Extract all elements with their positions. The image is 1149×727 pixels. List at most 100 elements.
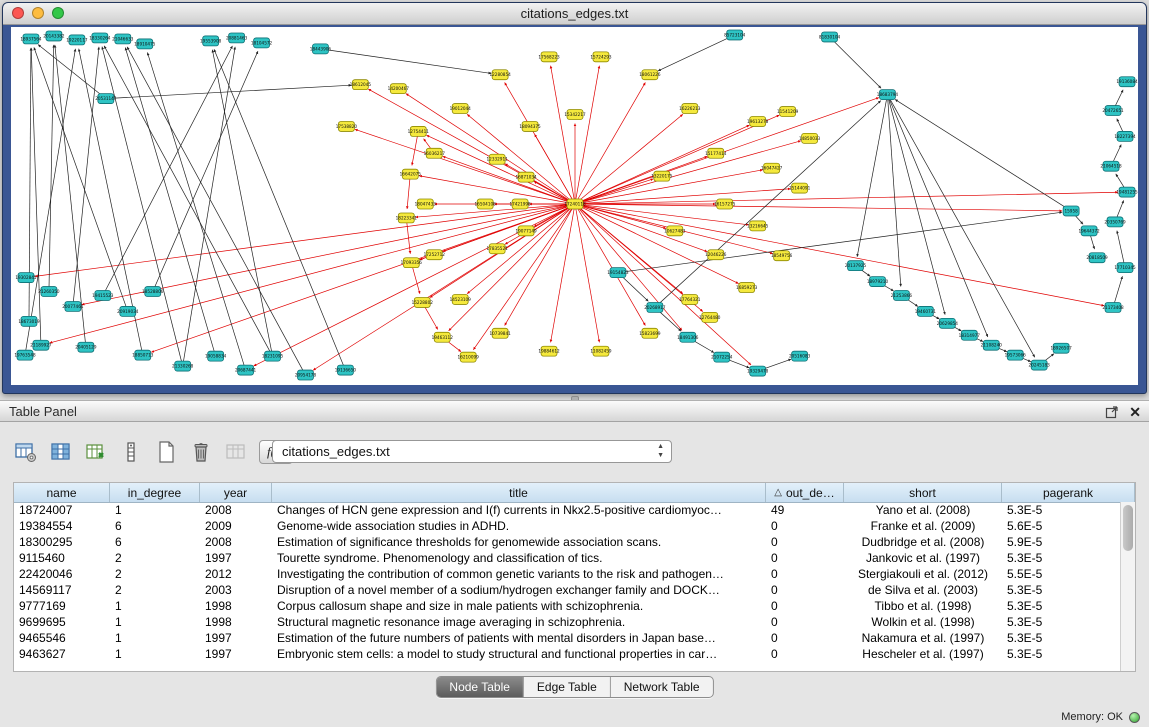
tab-network-table[interactable]: Network Table — [611, 677, 713, 697]
graph-node[interactable]: 18491306 — [677, 332, 699, 342]
graph-edge[interactable] — [887, 95, 945, 315]
column-header-out_de[interactable]: △out_de… — [766, 483, 844, 502]
table-row[interactable]: 946554611997Estimation of the future num… — [14, 630, 1120, 646]
graph-node[interactable]: 15144091 — [789, 183, 811, 193]
graph-node[interactable]: 12764480 — [699, 312, 721, 322]
delete-table-button[interactable] — [189, 439, 213, 465]
float-panel-icon[interactable] — [1105, 405, 1119, 419]
graph-node[interactable]: 15342217 — [564, 110, 586, 120]
citation-network-graph[interactable]: 1724011816157275120462261776432115823699… — [11, 27, 1138, 385]
graph-edge[interactable] — [34, 47, 128, 311]
graph-node[interactable]: 10739841 — [489, 328, 511, 338]
graph-node[interactable]: 11541209 — [777, 107, 799, 117]
graph-node[interactable]: 20881463 — [226, 33, 248, 43]
table-row[interactable]: 1830029562008Estimation of significance … — [14, 534, 1120, 550]
graph-node[interactable]: 20350769 — [1104, 217, 1126, 227]
graph-node[interactable]: 18443906 — [310, 44, 332, 54]
graph-edge[interactable] — [887, 95, 900, 287]
graph-node[interactable]: 20531147 — [95, 94, 117, 104]
graph-edge[interactable] — [31, 48, 41, 345]
graph-node[interactable]: 11082459 — [590, 346, 612, 356]
column-header-pagerank[interactable]: pagerank — [1002, 483, 1135, 502]
graph-node[interactable]: 15228802 — [412, 297, 434, 307]
graph-edge[interactable] — [575, 204, 751, 365]
graph-node[interactable]: 15177414 — [705, 148, 727, 158]
table-row[interactable]: 2242004622012Investigating the contribut… — [14, 566, 1120, 582]
graph-edge[interactable] — [38, 45, 106, 99]
graph-node[interactable]: 12332911 — [486, 154, 508, 164]
graph-node[interactable]: 18314977 — [959, 330, 981, 340]
graph-node[interactable]: 20137925 — [845, 261, 867, 271]
table-row[interactable]: 946362711997Embryonic stem cells: a mode… — [14, 646, 1120, 662]
import-table-button[interactable] — [84, 439, 108, 465]
table-row[interactable]: 1938455462009Genome-wide association stu… — [14, 518, 1120, 534]
graph-node[interactable]: 19573066 — [1005, 350, 1027, 360]
graph-node[interactable]: 16157275 — [714, 199, 736, 209]
graph-node[interactable]: 19154823 — [607, 268, 629, 278]
graph-node[interactable]: 18528806 — [142, 287, 164, 297]
graph-node[interactable]: 19613278 — [747, 117, 769, 127]
graph-edge[interactable] — [575, 125, 749, 204]
graph-node[interactable]: 20919034 — [117, 306, 139, 316]
graph-node[interactable]: 17764321 — [679, 295, 701, 305]
graph-node[interactable]: 20687441 — [235, 365, 257, 375]
graph-edge[interactable] — [575, 98, 879, 204]
column-header-in_degree[interactable]: in_degree — [110, 483, 200, 502]
graph-node[interactable]: 17835521 — [486, 244, 508, 254]
graph-node[interactable]: 21330268 — [172, 361, 194, 371]
graph-node[interactable]: 16047427 — [761, 163, 783, 173]
graph-node[interactable]: 18094375 — [519, 121, 541, 131]
table-options-disabled-button[interactable] — [224, 439, 248, 465]
column-mapping-button[interactable] — [119, 439, 143, 465]
graph-node[interactable]: 18673019 — [18, 316, 40, 326]
graph-node[interactable]: 14523109 — [450, 295, 472, 305]
graph-node[interactable]: 14850033 — [799, 133, 821, 143]
graph-node[interactable]: 21260350 — [38, 287, 60, 297]
graph-node[interactable]: 19415523 — [92, 291, 114, 301]
graph-node[interactable]: 10627483 — [664, 226, 686, 236]
graph-edge[interactable] — [426, 135, 575, 204]
graph-edge[interactable] — [575, 115, 779, 204]
graph-node[interactable]: 16036217 — [424, 148, 446, 158]
minimize-window-button[interactable] — [32, 7, 44, 19]
graph-node[interactable]: 19302845 — [15, 273, 37, 283]
graph-node[interactable]: 15823699 — [639, 328, 661, 338]
graph-edge[interactable] — [419, 176, 575, 204]
graph-node[interactable]: 18937564 — [20, 34, 42, 44]
graph-node[interactable]: 20516083 — [789, 351, 811, 361]
graph-edge[interactable] — [49, 45, 54, 292]
graph-edge[interactable] — [212, 50, 272, 356]
graph-node[interactable]: 18061226 — [639, 70, 661, 80]
graph-node[interactable]: 20818509 — [1086, 253, 1108, 263]
graph-node[interactable]: 21064518 — [1100, 161, 1122, 171]
graph-node[interactable]: 19884612 — [538, 346, 560, 356]
graph-node[interactable]: 21173408 — [1102, 302, 1124, 312]
graph-node[interactable]: 21189927 — [30, 340, 52, 350]
graph-node[interactable]: 19481255 — [1116, 187, 1138, 197]
graph-edge[interactable] — [153, 51, 258, 291]
graph-node[interactable]: 18549756 — [771, 251, 793, 261]
window-titlebar[interactable]: citations_edges.txt — [3, 3, 1146, 25]
graph-node[interactable]: 81830104 — [819, 32, 841, 42]
graph-node[interactable]: 19136084 — [1116, 77, 1138, 87]
graph-edge[interactable] — [35, 204, 575, 276]
graph-node[interactable]: 20245183 — [1029, 360, 1051, 370]
graph-node[interactable]: 18231095 — [262, 351, 284, 361]
graph-node[interactable]: 13216645 — [747, 221, 769, 231]
graph-edge[interactable] — [575, 204, 1104, 306]
column-header-year[interactable]: year — [200, 483, 272, 502]
table-settings-button[interactable] — [14, 439, 38, 465]
graph-node[interactable]: 17710345 — [1114, 263, 1136, 273]
table-row[interactable]: 1456911722003Disruption of a novel membe… — [14, 582, 1120, 598]
graph-node[interactable]: 19136650 — [335, 365, 357, 375]
column-header-title[interactable]: title — [272, 483, 766, 502]
graph-node[interactable]: 13220175 — [651, 171, 673, 181]
graph-edge[interactable] — [830, 37, 882, 88]
tab-node-table[interactable]: Node Table — [436, 677, 524, 697]
graph-edge[interactable] — [50, 204, 575, 343]
graph-node[interactable]: 16871034 — [515, 172, 537, 182]
graph-edge[interactable] — [214, 49, 345, 370]
graph-node[interactable]: 19012044 — [450, 104, 472, 114]
table-scrollbar[interactable] — [1120, 502, 1135, 671]
graph-node[interactable]: 15724293 — [590, 52, 612, 62]
